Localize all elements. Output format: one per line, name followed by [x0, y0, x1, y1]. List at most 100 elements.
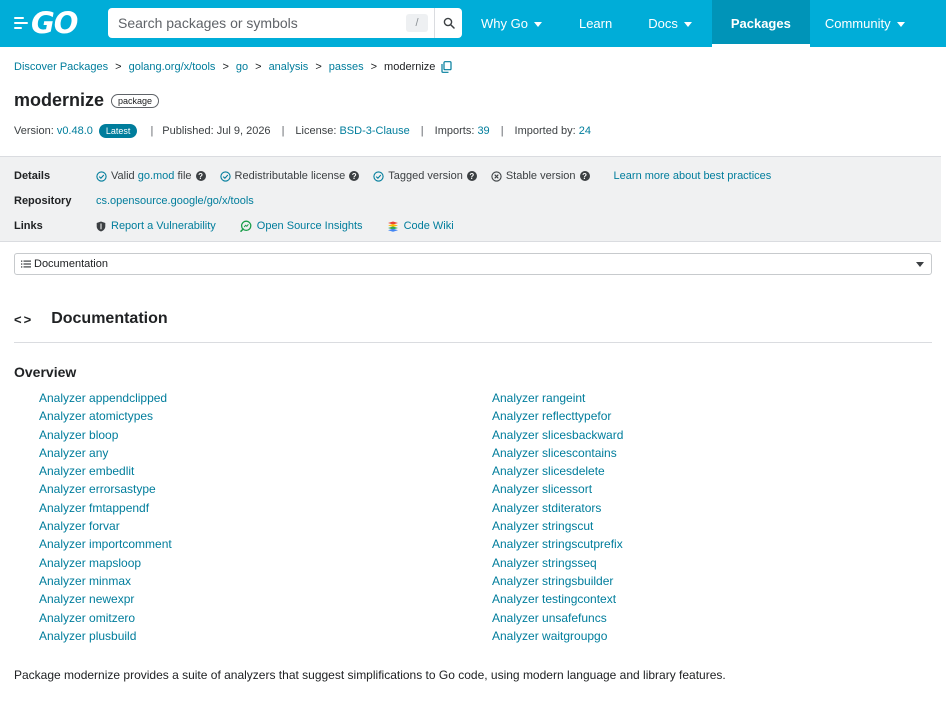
- link-label: Code Wiki: [403, 220, 454, 232]
- nav-why-go[interactable]: Why Go: [468, 0, 555, 47]
- analyzer-list-left: Analyzer appendclipped Analyzer atomicty…: [39, 389, 172, 645]
- report-vulnerability-link[interactable]: Report a Vulnerability: [96, 220, 216, 232]
- main-nav: Why Go Learn Docs Packages Community: [468, 0, 922, 47]
- imported-by-link[interactable]: 24: [579, 125, 591, 137]
- analyzer-link[interactable]: Analyzer reflecttypefor: [492, 409, 611, 423]
- analyzer-link[interactable]: Analyzer waitgroupgo: [492, 629, 607, 643]
- documentation-select-value: Documentation: [34, 258, 108, 270]
- analyzer-link[interactable]: Analyzer any: [39, 446, 108, 460]
- open-source-insights-link[interactable]: Open Source Insights: [240, 220, 363, 232]
- repository-link[interactable]: cs.opensource.google/go/x/tools: [96, 195, 254, 207]
- x-circle-icon: [491, 170, 502, 182]
- search-input[interactable]: [118, 9, 406, 37]
- links-row: Links Report a Vulnerability Open Source…: [14, 220, 478, 232]
- list-item: Analyzer slicesdelete: [492, 462, 623, 480]
- stable-check: Stable version ?: [491, 170, 590, 182]
- analyzer-link[interactable]: Analyzer appendclipped: [39, 391, 167, 405]
- insights-icon: [240, 220, 252, 232]
- analyzer-link[interactable]: Analyzer errorsastype: [39, 482, 156, 496]
- list-item: Analyzer atomictypes: [39, 407, 172, 425]
- analyzer-link[interactable]: Analyzer minmax: [39, 574, 131, 588]
- chevron-down-icon: [533, 21, 542, 27]
- documentation-select[interactable]: Documentation: [14, 253, 932, 275]
- breadcrumb-go[interactable]: go: [236, 61, 248, 73]
- analyzer-link[interactable]: Analyzer slicesdelete: [492, 464, 605, 478]
- analyzer-link[interactable]: Analyzer embedlit: [39, 464, 134, 478]
- help-icon[interactable]: ?: [466, 171, 477, 181]
- learn-more-link[interactable]: Learn more about best practices: [614, 170, 772, 182]
- analyzer-link[interactable]: Analyzer importcomment: [39, 537, 172, 551]
- list-item: Analyzer mapsloop: [39, 554, 172, 572]
- nav-community[interactable]: Community: [810, 0, 922, 47]
- license-link[interactable]: BSD-3-Clause: [339, 125, 409, 137]
- version-link[interactable]: v0.48.0: [57, 125, 93, 137]
- analyzer-link[interactable]: Analyzer omitzero: [39, 611, 135, 625]
- links-label: Links: [14, 220, 43, 232]
- analyzer-link[interactable]: Analyzer stringscutprefix: [492, 537, 623, 551]
- analyzer-link[interactable]: Analyzer stringsseq: [492, 556, 597, 570]
- version-label: Version:: [14, 125, 54, 137]
- list-item: Analyzer appendclipped: [39, 389, 172, 407]
- analyzer-link[interactable]: Analyzer slicescontains: [492, 446, 617, 460]
- search-button[interactable]: [434, 8, 462, 38]
- tagged-check: Tagged version ?: [373, 170, 477, 182]
- repository-label: Repository: [14, 195, 72, 207]
- check-circle-icon: [219, 170, 231, 182]
- analyzer-link[interactable]: Analyzer newexpr: [39, 592, 134, 606]
- help-icon[interactable]: ?: [349, 171, 360, 181]
- list-item: Analyzer stringscutprefix: [492, 535, 623, 553]
- analyzer-link[interactable]: Analyzer mapsloop: [39, 556, 141, 570]
- analyzer-link[interactable]: Analyzer slicesbackward: [492, 428, 623, 442]
- list-icon: [21, 260, 31, 268]
- redistributable-text: Redistributable license: [234, 170, 346, 182]
- analyzer-link[interactable]: Analyzer testingcontext: [492, 592, 616, 606]
- analyzer-link[interactable]: Analyzer unsafefuncs: [492, 611, 607, 625]
- analyzer-link[interactable]: Analyzer plusbuild: [39, 629, 136, 643]
- breadcrumb-separator: >: [115, 61, 122, 73]
- imports-link[interactable]: 39: [477, 125, 489, 137]
- list-item: Analyzer any: [39, 444, 172, 462]
- tagged-text: Tagged version: [388, 170, 463, 182]
- breadcrumb-discover-packages[interactable]: Discover Packages: [14, 61, 108, 73]
- meta-divider: |: [420, 125, 424, 137]
- analyzer-link[interactable]: Analyzer fmtappendf: [39, 501, 149, 515]
- divider: [14, 342, 932, 343]
- breadcrumb-separator: >: [222, 61, 229, 73]
- copy-path-icon[interactable]: [441, 61, 453, 73]
- gomod-link[interactable]: go.mod: [138, 170, 175, 182]
- analyzer-link[interactable]: Analyzer atomictypes: [39, 409, 153, 423]
- help-icon[interactable]: ?: [195, 171, 206, 181]
- repository-row: Repository cs.opensource.google/go/x/too…: [14, 195, 254, 207]
- analyzer-link[interactable]: Analyzer slicessort: [492, 482, 592, 496]
- list-item: Analyzer stringscut: [492, 517, 623, 535]
- overview-heading[interactable]: Overview: [14, 364, 76, 380]
- help-icon[interactable]: ?: [579, 171, 590, 181]
- analyzer-link[interactable]: Analyzer stringsbuilder: [492, 574, 613, 588]
- breadcrumb-separator: >: [370, 61, 378, 73]
- nav-learn[interactable]: Learn: [555, 0, 636, 47]
- meta-divider: |: [281, 125, 285, 137]
- analyzer-link[interactable]: Analyzer rangeint: [492, 391, 585, 405]
- latest-badge[interactable]: Latest: [98, 124, 138, 138]
- list-item: Analyzer fmtappendf: [39, 499, 172, 517]
- analyzer-link[interactable]: Analyzer stringscut: [492, 519, 593, 533]
- analyzer-link[interactable]: Analyzer forvar: [39, 519, 120, 533]
- search-box: /: [108, 8, 462, 38]
- speed-lines-icon: [14, 16, 28, 29]
- go-logo[interactable]: GO: [14, 9, 84, 38]
- breadcrumb-golang-tools[interactable]: golang.org/x/tools: [129, 61, 216, 73]
- analyzer-link[interactable]: Analyzer bloop: [39, 428, 118, 442]
- breadcrumb-separator: >: [315, 61, 322, 73]
- code-wiki-link[interactable]: Code Wiki: [387, 220, 454, 232]
- list-item: Analyzer unsafefuncs: [492, 609, 623, 627]
- list-item: Analyzer importcomment: [39, 535, 172, 553]
- breadcrumb-separator: >: [255, 61, 262, 73]
- nav-docs[interactable]: Docs: [636, 0, 712, 47]
- shield-icon: [96, 221, 106, 231]
- nav-packages[interactable]: Packages: [711, 0, 810, 47]
- breadcrumb-passes[interactable]: passes: [329, 61, 364, 73]
- breadcrumb-analysis[interactable]: analysis: [269, 61, 309, 73]
- analyzer-link[interactable]: Analyzer stditerators: [492, 501, 601, 515]
- analyzer-list-right: Analyzer rangeint Analyzer reflecttypefo…: [492, 389, 623, 645]
- nav-label: Why Go: [481, 16, 528, 31]
